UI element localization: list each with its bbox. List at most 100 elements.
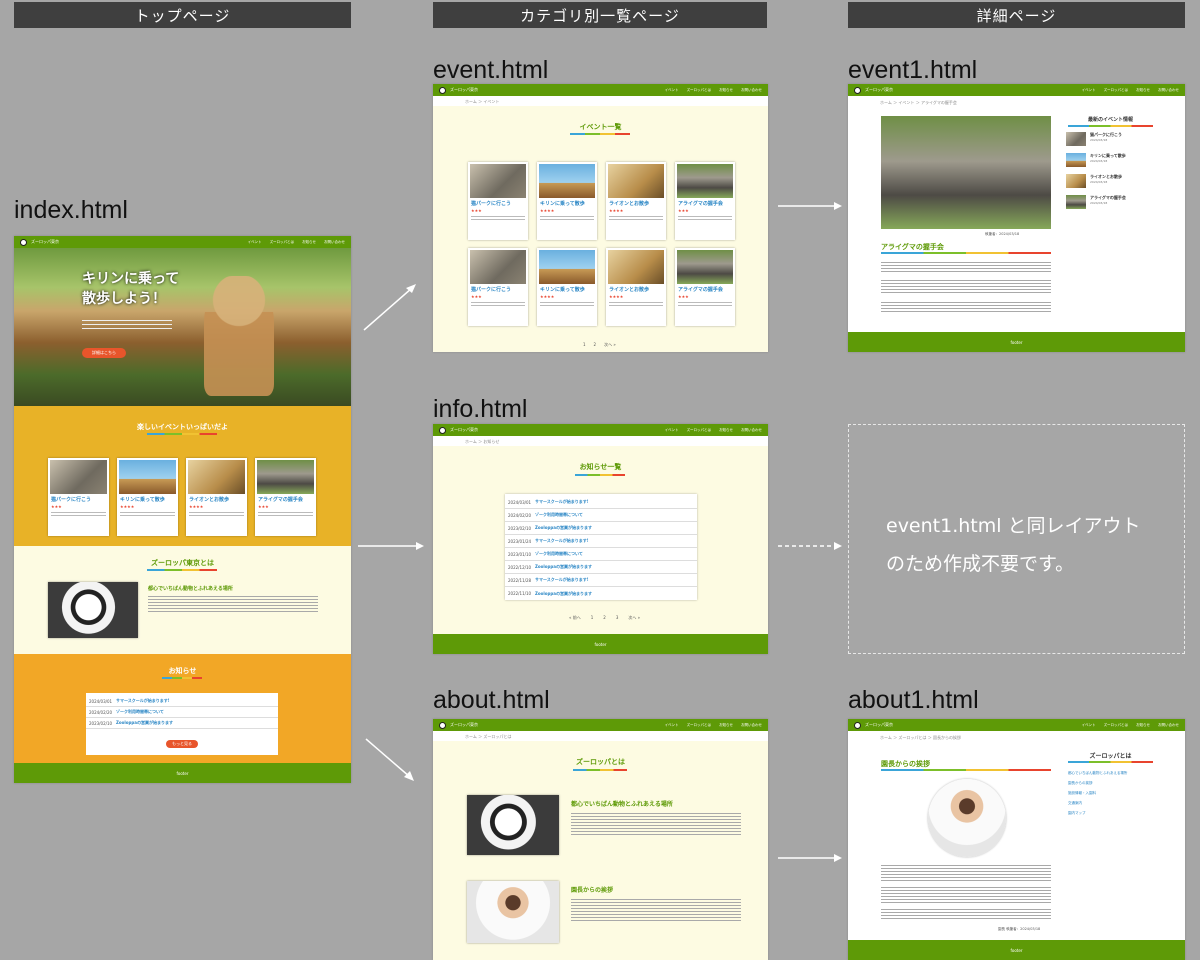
sidebar-link[interactable]: 交通案内 bbox=[1068, 801, 1082, 806]
nav-events[interactable]: イベント bbox=[248, 240, 262, 245]
article-text bbox=[881, 909, 1051, 919]
info-date: 2024/02/20 bbox=[89, 709, 113, 715]
sidebar-link[interactable]: 都心でいちばん動物とふれあえる場所 bbox=[1068, 771, 1127, 776]
nav-info[interactable]: お知らせ bbox=[1136, 723, 1150, 728]
breadcrumb: ホーム ＞ ズーロッパとは bbox=[465, 734, 512, 739]
info-row[interactable]: 2023/01/10 ゾーク利用時間帯について bbox=[505, 548, 697, 561]
nav-info[interactable]: お知らせ bbox=[719, 88, 733, 93]
nav-events[interactable]: イベント bbox=[665, 88, 679, 93]
card-title: ライオンとお散歩 bbox=[189, 497, 230, 503]
hero-detail-button[interactable]: 詳細はこちら bbox=[82, 348, 126, 358]
info-row[interactable]: 2023/02/10 Zooloppaの営業が始まります bbox=[505, 522, 697, 535]
info-row[interactable]: 2022/11/10 Zooloppaの営業が始まります bbox=[505, 587, 697, 600]
nav-about[interactable]: ズーロッパとは bbox=[687, 723, 712, 728]
page-2-link[interactable]: 2 bbox=[603, 615, 606, 621]
event-card[interactable]: 猫パークに行こう ★★★ bbox=[468, 248, 528, 326]
article-title: 園長からの挨拶 bbox=[881, 760, 930, 768]
site-header: ズーロッパ東京 イベント ズーロッパとは お知らせ お問い合わせ bbox=[433, 84, 768, 96]
title-underline bbox=[570, 133, 630, 135]
prev-page-link[interactable]: « 前へ bbox=[569, 615, 581, 621]
panda-logo-icon[interactable] bbox=[20, 238, 27, 246]
nav-contact[interactable]: お問い合わせ bbox=[1158, 723, 1179, 728]
nav-contact[interactable]: お問い合わせ bbox=[741, 428, 762, 433]
placeholder-note-line2: のため作成不要です。 bbox=[886, 553, 1075, 575]
card-stars: ★★★★ bbox=[609, 294, 624, 299]
nav-events[interactable]: イベント bbox=[665, 723, 679, 728]
nav-info[interactable]: お知らせ bbox=[302, 240, 316, 245]
event-card[interactable]: アライグマの握手会 ★★★ bbox=[675, 162, 735, 240]
index-card-1[interactable]: 猫パークに行こう ★★★ bbox=[48, 458, 109, 536]
panda-logo-icon[interactable] bbox=[439, 721, 446, 729]
page-3-link[interactable]: 3 bbox=[616, 615, 619, 621]
sidebar-item[interactable]: 猫パークに行こう 2024/03/18 bbox=[1066, 132, 1122, 146]
info-row[interactable]: 2023/01/24 サマースクールが始まります! bbox=[505, 535, 697, 548]
info-row[interactable]: 2022/12/10 Zooloppaの営業が始まります bbox=[505, 561, 697, 574]
nav-contact[interactable]: お問い合わせ bbox=[324, 240, 345, 245]
arrow-event-to-event1 bbox=[778, 202, 842, 210]
info-row[interactable]: 2024/02/20 ゾーク利用時間帯について bbox=[86, 707, 278, 718]
info-row[interactable]: 2024/03/01 サマースクールが始まります! bbox=[505, 496, 697, 509]
nav-about[interactable]: ズーロッパとは bbox=[270, 240, 295, 245]
card-image bbox=[50, 460, 107, 494]
panda-logo-icon[interactable] bbox=[439, 426, 446, 434]
sidebar-item-date: 2024/03/18 bbox=[1090, 180, 1108, 184]
event-card[interactable]: キリンに乗って散歩 ★★★★ bbox=[537, 248, 597, 326]
info-date: 2023/01/24 bbox=[508, 538, 532, 544]
next-page-link[interactable]: 次へ » bbox=[604, 342, 616, 348]
page-1-link[interactable]: 1 bbox=[583, 342, 586, 348]
info-row[interactable]: 2024/02/20 ゾーク利用時間帯について bbox=[505, 509, 697, 522]
main-image bbox=[881, 116, 1051, 229]
index-card-4[interactable]: アライグマの握手会 ★★★ bbox=[255, 458, 316, 536]
sidebar-link[interactable]: 施設情報・入園料 bbox=[1068, 791, 1096, 796]
nav-info[interactable]: お知らせ bbox=[1136, 88, 1150, 93]
info-date: 2022/11/10 bbox=[508, 591, 532, 596]
panda-logo-icon[interactable] bbox=[854, 721, 861, 729]
info-title: Zooloppaの営業が始まります bbox=[535, 525, 592, 530]
nav-events[interactable]: イベント bbox=[665, 428, 679, 433]
card-stars: ★★★ bbox=[678, 294, 689, 299]
card-stars: ★★★★ bbox=[189, 504, 204, 509]
nav-about[interactable]: ズーロッパとは bbox=[687, 428, 712, 433]
nav-contact[interactable]: お問い合わせ bbox=[741, 723, 762, 728]
card-title: キリンに乗って散歩 bbox=[540, 201, 585, 207]
info-row[interactable]: 2022/11/28 サマースクールが始まります! bbox=[505, 574, 697, 587]
page-2-link[interactable]: 2 bbox=[594, 342, 597, 348]
panda-logo-icon[interactable] bbox=[439, 86, 446, 94]
nav-info[interactable]: お知らせ bbox=[719, 428, 733, 433]
site-header: ズーロッパ東京 イベント ズーロッパとは お知らせ お問い合わせ bbox=[848, 84, 1185, 96]
index-card-3[interactable]: ライオンとお散歩 ★★★★ bbox=[186, 458, 247, 536]
next-page-link[interactable]: 次へ » bbox=[628, 615, 640, 621]
event-card[interactable]: ライオンとお散歩 ★★★★ bbox=[606, 248, 666, 326]
nav-about[interactable]: ズーロッパとは bbox=[1104, 88, 1129, 93]
file-label-event1: event1.html bbox=[848, 56, 978, 84]
info-more-button[interactable]: もっと見る bbox=[166, 740, 198, 748]
nav-contact[interactable]: お問い合わせ bbox=[741, 88, 762, 93]
about-panda-image bbox=[48, 582, 138, 638]
event-card[interactable]: ライオンとお散歩 ★★★★ bbox=[606, 162, 666, 240]
nav-contact[interactable]: お問い合わせ bbox=[1158, 88, 1179, 93]
card-image bbox=[188, 460, 245, 494]
site-name: ズーロッパ東京 bbox=[31, 239, 59, 244]
about1-page-mockup: ズーロッパ東京 イベント ズーロッパとは お知らせ お問い合わせ ホーム ＞ ズ… bbox=[848, 719, 1185, 960]
event-card[interactable]: キリンに乗って散歩 ★★★★ bbox=[537, 162, 597, 240]
index-card-2[interactable]: キリンに乗って散歩 ★★★★ bbox=[117, 458, 178, 536]
event-card[interactable]: アライグマの握手会 ★★★ bbox=[675, 248, 735, 326]
sidebar-item[interactable]: キリンに乗って散歩 2024/03/18 bbox=[1066, 153, 1126, 167]
nav-events[interactable]: イベント bbox=[1082, 88, 1096, 93]
sidebar-item[interactable]: アライグマの握手会 2024/03/18 bbox=[1066, 195, 1126, 209]
info-row[interactable]: 2023/02/10 Zooloppaの営業が始まります bbox=[86, 718, 278, 729]
nav-events[interactable]: イベント bbox=[1082, 723, 1096, 728]
event-card[interactable]: 猫パークに行こう ★★★ bbox=[468, 162, 528, 240]
sidebar-link[interactable]: 園長からの挨拶 bbox=[1068, 781, 1093, 786]
card-text bbox=[471, 216, 525, 222]
sidebar-link[interactable]: 園内マップ bbox=[1068, 811, 1086, 816]
card-title: ライオンとお散歩 bbox=[609, 287, 650, 293]
page-1-link[interactable]: 1 bbox=[591, 615, 594, 621]
nav-info[interactable]: お知らせ bbox=[719, 723, 733, 728]
info-row[interactable]: 2024/03/01 サマースクールが始まります! bbox=[86, 696, 278, 707]
nav-about[interactable]: ズーロッパとは bbox=[1104, 723, 1129, 728]
panda-logo-icon[interactable] bbox=[854, 86, 861, 94]
sidebar-item[interactable]: ライオンとお散歩 2024/03/18 bbox=[1066, 174, 1122, 188]
nav-about[interactable]: ズーロッパとは bbox=[687, 88, 712, 93]
card-title: アライグマの握手会 bbox=[678, 287, 723, 293]
